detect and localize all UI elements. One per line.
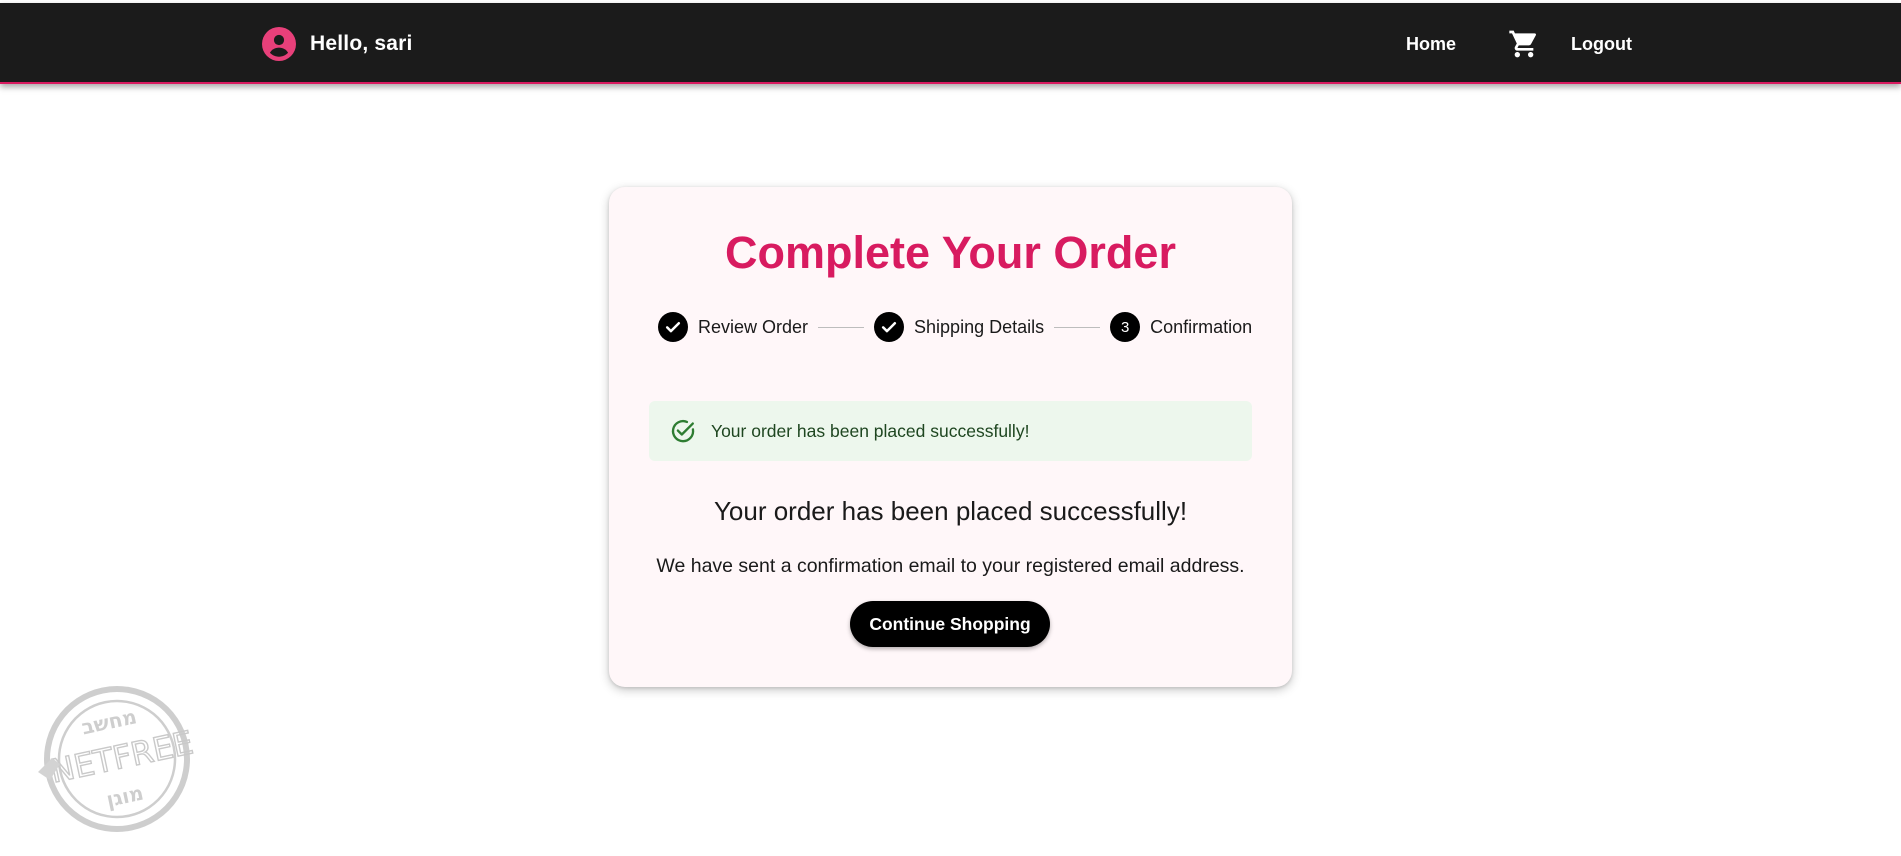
- confirmation-email-note: We have sent a confirmation email to you…: [656, 555, 1245, 577]
- check-icon: [881, 322, 897, 333]
- nav-logout-link[interactable]: Logout: [1565, 28, 1638, 61]
- step-review-order: Review Order: [658, 312, 808, 342]
- step-completed-indicator: [658, 312, 688, 342]
- account-circle-icon[interactable]: [262, 27, 296, 61]
- step-connector: [818, 326, 865, 328]
- check-icon: [665, 322, 681, 333]
- app-bar: Hello, sari Home Logout: [0, 3, 1901, 84]
- page-title: Complete Your Order: [725, 227, 1176, 278]
- shopping-cart-icon[interactable]: [1508, 28, 1540, 60]
- order-card: Complete Your Order Review Order Shippin…: [609, 187, 1292, 687]
- success-alert: Your order has been placed successfully!: [649, 401, 1252, 461]
- continue-shopping-button[interactable]: Continue Shopping: [850, 601, 1050, 647]
- step-label: Confirmation: [1150, 316, 1253, 337]
- step-connector: [1054, 326, 1101, 328]
- step-shipping-details: Shipping Details: [874, 312, 1044, 342]
- success-heading: Your order has been placed successfully!: [713, 496, 1188, 526]
- user-greeting: Hello, sari: [262, 27, 413, 61]
- nav-home-link[interactable]: Home: [1400, 28, 1462, 61]
- watermark-bottom-text: מוגן: [104, 781, 145, 812]
- watermark-middle-text: NETFREE: [47, 723, 197, 790]
- step-number-indicator: 3: [1110, 312, 1141, 342]
- step-label: Shipping Details: [914, 316, 1045, 337]
- step-confirmation: 3 Confirmation: [1110, 312, 1252, 342]
- netfree-watermark-stamp: מחשב NETFREE מוגן: [38, 686, 197, 832]
- step-label: Review Order: [698, 316, 809, 337]
- greeting-text: Hello, sari: [310, 32, 413, 55]
- checkout-stepper: Review Order Shipping Details 3 Confirma…: [658, 311, 1252, 343]
- check-circle-outline-icon: [671, 419, 695, 443]
- alert-message: Your order has been placed successfully!: [711, 420, 1030, 441]
- step-completed-indicator: [874, 312, 905, 342]
